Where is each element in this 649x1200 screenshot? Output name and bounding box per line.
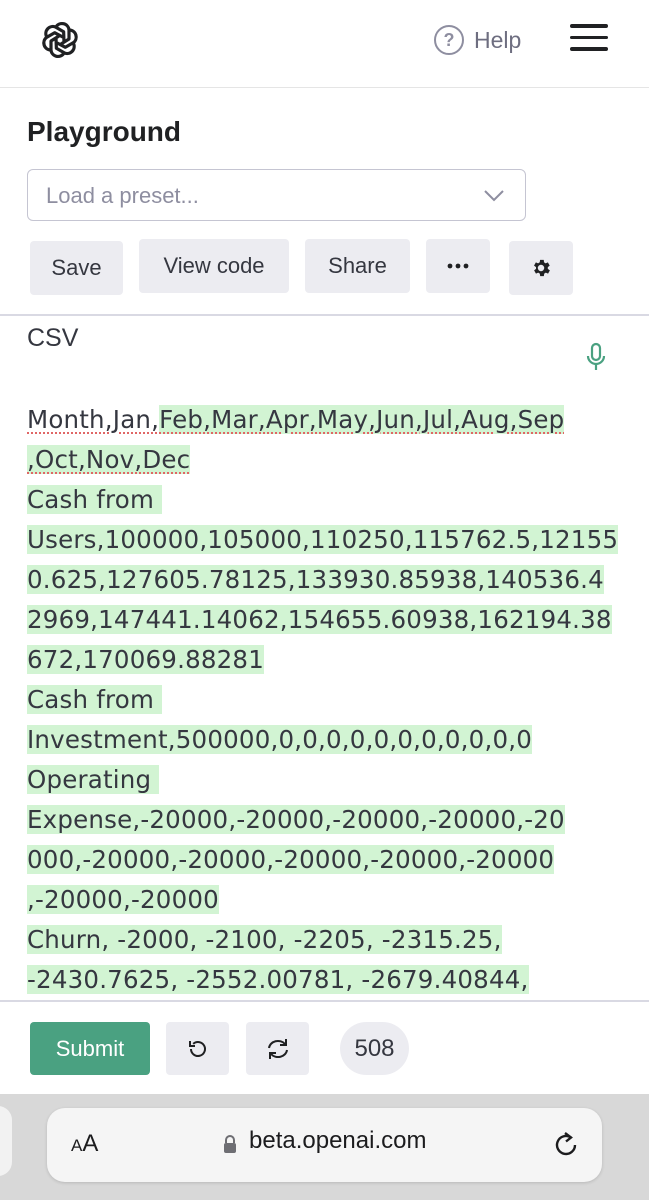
completion-line: 000,-20000,-20000,-20000,-20000,-20000 xyxy=(27,840,587,880)
completion-line: Month,Jan,Feb,Mar,Apr,May,Jun,Jul,Aug,Se… xyxy=(27,400,587,440)
completion-line: Cash from xyxy=(27,480,587,520)
completion-line: Users,100000,105000,110250,115762.5,1215… xyxy=(27,520,619,560)
completion-text: Month,Jan,Feb,Mar,Apr,May,Jun,Jul,Aug,Se… xyxy=(27,400,619,1000)
url-text: beta.openai.com xyxy=(249,1127,427,1154)
undo-button[interactable] xyxy=(166,1022,229,1075)
completion-line: Operating xyxy=(27,760,587,800)
completion-segment-highlighted: Feb,Mar,Apr,May,Jun,Jul,Aug,Sep xyxy=(159,405,565,434)
completion-line: 672,170069.88281 xyxy=(27,640,587,680)
top-nav: ? Help xyxy=(0,0,649,88)
completion-segment-highlighted: Cash from xyxy=(27,685,163,714)
reload-icon[interactable] xyxy=(551,1130,581,1160)
completion-segment-highlighted: Users,100000,105000,110250,115762.5,1215… xyxy=(27,525,619,554)
completion-segment-highlighted: ,Oct,Nov,Dec xyxy=(27,445,191,474)
prompt-text: CSV xyxy=(27,324,79,352)
completion-line: 0.625,127605.78125,133930.85938,140536.4 xyxy=(27,560,604,600)
completion-segment-highlighted: Churn, -2000, -2100, -2205, -2315.25, xyxy=(27,925,502,954)
page-title: Playground xyxy=(27,116,182,147)
help-link[interactable]: ? Help xyxy=(434,24,521,56)
completion-segment-highlighted: Expense,-20000,-20000,-20000,-20000,-20 xyxy=(27,805,565,834)
completion-line: ,-20000,-20000 xyxy=(27,880,587,920)
completion-segment-plain: Month,Jan, xyxy=(27,405,160,434)
view-code-button[interactable]: View code xyxy=(139,239,289,293)
completion-line: 2969,147441.14062,154655.60938,162194.38 xyxy=(27,600,612,640)
gear-icon xyxy=(534,259,550,277)
submit-button[interactable]: Submit xyxy=(30,1022,150,1075)
completion-segment-highlighted: 2969,147441.14062,154655.60938,162194.38 xyxy=(27,605,612,634)
regenerate-button[interactable] xyxy=(246,1022,309,1075)
address-bar[interactable]: AA beta.openai.com xyxy=(47,1108,602,1182)
preset-select[interactable]: Load a preset... xyxy=(27,169,526,221)
text-size-button[interactable]: AA xyxy=(71,1130,98,1158)
browser-toolbar: AA beta.openai.com xyxy=(0,1094,649,1200)
refresh-icon xyxy=(267,1038,288,1059)
openai-logo-icon[interactable] xyxy=(38,18,82,62)
completion-segment-highlighted: 000,-20000,-20000,-20000,-20000,-20000 xyxy=(27,845,555,874)
share-button[interactable]: Share xyxy=(305,239,410,293)
completion-line: Cash from xyxy=(27,680,587,720)
completion-segment-highlighted: 672,170069.88281 xyxy=(27,645,265,674)
completion-line: -2430.7625, -2552.00781, -2679.40844, xyxy=(27,960,587,1000)
completion-line: Churn, -2000, -2100, -2205, -2315.25, xyxy=(27,920,587,960)
undo-icon xyxy=(188,1040,206,1057)
completion-segment-highlighted: ,-20000,-20000 xyxy=(27,885,219,914)
prompt-editor[interactable]: CSV Month,Jan,Feb,Mar,Apr,May,Jun,Jul,Au… xyxy=(0,316,649,1000)
preset-placeholder: Load a preset... xyxy=(46,183,199,208)
hamburger-menu-icon[interactable] xyxy=(570,24,608,54)
question-circle-icon: ? xyxy=(434,25,464,55)
previous-tab-peek[interactable] xyxy=(0,1106,12,1176)
completion-segment-highlighted: Cash from xyxy=(27,485,163,514)
lock-icon xyxy=(224,1135,236,1153)
more-options-button[interactable] xyxy=(426,239,490,293)
token-count-badge: 508 xyxy=(340,1022,409,1075)
completion-segment-highlighted: Investment,500000,0,0,0,0,0,0,0,0,0,0,0 xyxy=(27,725,533,754)
completion-segment-highlighted: Operating xyxy=(27,765,160,794)
completion-segment-highlighted: 0.625,127605.78125,133930.85938,140536.4 xyxy=(27,565,604,594)
chevron-down-icon xyxy=(484,190,504,202)
editor-divider xyxy=(0,1000,649,1002)
microphone-icon[interactable] xyxy=(584,342,608,372)
completion-line: Investment,500000,0,0,0,0,0,0,0,0,0,0,0 xyxy=(27,720,587,760)
completion-segment-highlighted: -2430.7625, -2552.00781, -2679.40844, xyxy=(27,965,529,994)
settings-button[interactable] xyxy=(509,241,573,295)
completion-line: ,Oct,Nov,Dec xyxy=(27,440,587,480)
help-label: Help xyxy=(474,26,522,53)
more-dots-icon xyxy=(447,263,469,269)
save-button[interactable]: Save xyxy=(30,241,123,295)
completion-line: Expense,-20000,-20000,-20000,-20000,-20 xyxy=(27,800,587,840)
